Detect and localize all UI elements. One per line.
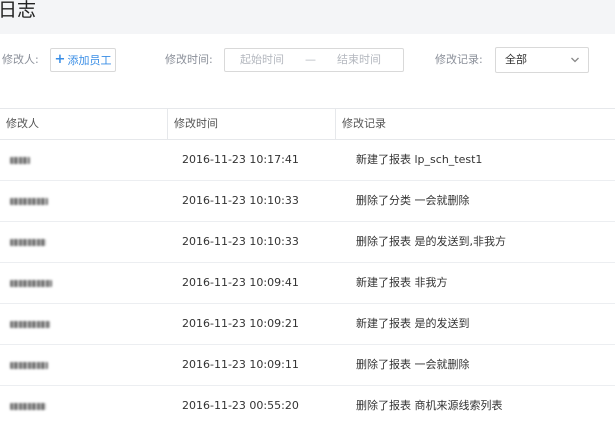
row-time: 2016-11-23 00:55:20 xyxy=(182,399,299,412)
row-user-redacted xyxy=(10,304,160,344)
row-user-redacted xyxy=(10,222,160,262)
row-user-redacted xyxy=(10,181,160,221)
add-employee-label: 添加员工 xyxy=(67,54,112,67)
table-row: 2016-11-23 10:09:11 删除了报表 一会就删除 xyxy=(0,345,615,386)
row-time: 2016-11-23 10:09:41 xyxy=(182,276,299,289)
row-record: 删除了报表 是的发送到,非我方 xyxy=(356,235,506,248)
row-time: 2016-11-23 10:09:11 xyxy=(182,358,299,371)
table-row: 2016-11-23 10:09:21 新建了报表 是的发送到 xyxy=(0,304,615,345)
table-row: 2016-11-23 10:17:41 新建了报表 lp_sch_test1 xyxy=(0,140,615,181)
row-time: 2016-11-23 10:09:21 xyxy=(182,317,299,330)
row-record: 新建了报表 是的发送到 xyxy=(356,317,470,330)
row-time: 2016-11-23 10:17:41 xyxy=(182,153,299,166)
record-type-select[interactable]: 全部 xyxy=(495,47,589,73)
row-record: 删除了分类 一会就删除 xyxy=(356,194,470,207)
table-row: 2016-11-23 10:10:33 删除了报表 是的发送到,非我方 xyxy=(0,222,615,263)
column-header-record: 修改记录 xyxy=(342,117,386,130)
record-type-selected: 全部 xyxy=(505,53,527,66)
table-header: 修改人 修改时间 修改记录 xyxy=(0,108,615,140)
column-header-modifier: 修改人 xyxy=(0,109,168,139)
page-title: 日志 xyxy=(0,0,37,21)
table-row: 2016-11-23 00:55:20 删除了报表 商机来源线索列表 xyxy=(0,386,615,421)
row-record: 删除了报表 一会就删除 xyxy=(356,358,470,371)
time-label: 修改时间: xyxy=(165,53,213,66)
date-range-picker[interactable]: 起始时间 — 结束时间 xyxy=(224,48,404,72)
row-record: 新建了报表 lp_sch_test1 xyxy=(356,153,483,166)
row-time: 2016-11-23 10:10:33 xyxy=(182,194,299,207)
plus-icon: + xyxy=(54,52,66,67)
end-time-input[interactable]: 结束时间 xyxy=(337,53,381,67)
row-user-redacted xyxy=(10,386,160,421)
page-header: 日志 xyxy=(0,0,615,34)
modifier-label: 修改人: xyxy=(2,53,39,66)
chevron-down-icon xyxy=(571,57,579,63)
row-record: 删除了报表 商机来源线索列表 xyxy=(356,399,503,412)
log-page: 日志 修改人: + 添加员工 修改时间: 起始时间 — 结束时间 修改记录: 全… xyxy=(0,0,615,421)
table-row: 2016-11-23 10:10:33 删除了分类 一会就删除 xyxy=(0,181,615,222)
row-user-redacted xyxy=(10,140,160,180)
column-header-time: 修改时间 xyxy=(168,109,336,139)
table-row: 2016-11-23 10:09:41 新建了报表 非我方 xyxy=(0,263,615,304)
start-time-input[interactable]: 起始时间 xyxy=(240,53,284,67)
row-user-redacted xyxy=(10,345,160,385)
range-separator: — xyxy=(305,53,316,66)
add-employee-button[interactable]: + 添加员工 xyxy=(50,48,116,72)
row-user-redacted xyxy=(10,263,160,303)
filter-bar: 修改人: + 添加员工 修改时间: 起始时间 — 结束时间 修改记录: 全部 xyxy=(0,34,615,108)
record-label: 修改记录: xyxy=(435,53,483,66)
row-record: 新建了报表 非我方 xyxy=(356,276,448,289)
row-time: 2016-11-23 10:10:33 xyxy=(182,235,299,248)
log-table-body: 2016-11-23 10:17:41 新建了报表 lp_sch_test1 2… xyxy=(0,140,615,421)
